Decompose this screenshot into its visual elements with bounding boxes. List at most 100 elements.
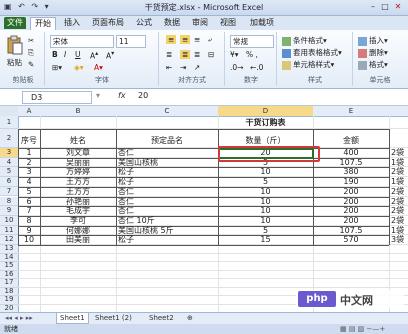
number-format-select[interactable]: 常规: [230, 35, 274, 48]
cell-item[interactable]: 杏仁 10斤: [118, 216, 218, 226]
formula-bar-dropdown-icon[interactable]: ▾: [96, 91, 100, 100]
insert-button[interactable]: 插入▾: [358, 35, 388, 46]
sheet-nav-icon[interactable]: ◂◂ ◂ ▸ ▸▸: [2, 313, 36, 323]
cell-index[interactable]: 4: [18, 177, 40, 187]
cell-note[interactable]: 2袋: [391, 187, 408, 197]
font-grow-icon[interactable]: A▴: [90, 50, 98, 61]
align-right-icon[interactable]: ≣: [194, 50, 200, 59]
row-header[interactable]: 2: [0, 129, 19, 148]
indent-increase-icon[interactable]: ⇥: [180, 63, 186, 72]
cell-note[interactable]: 2袋: [391, 216, 408, 226]
bold-button[interactable]: B: [52, 50, 58, 59]
cell-name[interactable]: 吴丽丽: [40, 158, 116, 168]
font-color-icon[interactable]: A▾: [94, 63, 103, 72]
tab-page-layout[interactable]: 页面布局: [88, 17, 128, 29]
tab-review[interactable]: 审阅: [188, 17, 212, 29]
cell-item[interactable]: 松子: [118, 177, 218, 187]
spreadsheet-grid[interactable]: A B C D E 1 2 3 4 5 6 7 8 9 10 11 12 13 14 15 16 17 18 19 2…: [0, 106, 408, 330]
cell-index[interactable]: 10: [18, 235, 40, 245]
formula-input[interactable]: 20: [138, 91, 148, 100]
column-header-c[interactable]: C: [116, 106, 219, 117]
minimize-button[interactable]: –: [368, 2, 378, 12]
tab-addins[interactable]: 加载项: [246, 17, 278, 29]
cell-name[interactable]: 方婷婷: [40, 167, 116, 177]
cell-index[interactable]: 5: [18, 187, 40, 197]
paste-button[interactable]: [6, 35, 24, 57]
wrap-text-icon[interactable]: ⤶: [208, 35, 212, 45]
cell-index[interactable]: 1: [18, 148, 40, 158]
cell-quantity[interactable]: 10: [218, 206, 313, 216]
align-middle-icon[interactable]: ≡: [180, 35, 191, 44]
name-box[interactable]: D3: [22, 91, 92, 104]
underline-button[interactable]: U: [75, 50, 81, 59]
row-header[interactable]: 7: [0, 186, 19, 197]
copy-icon[interactable]: ⎘: [28, 48, 34, 58]
cell-item[interactable]: 杏仁: [118, 197, 218, 207]
sheet-tab-3[interactable]: Sheet2: [146, 313, 177, 323]
orientation-icon[interactable]: ↗: [194, 63, 200, 72]
font-shrink-icon[interactable]: A▾: [106, 50, 114, 61]
column-header-e[interactable]: E: [313, 106, 390, 117]
cell-item[interactable]: 美国山核桃 5斤: [118, 226, 218, 236]
cut-icon[interactable]: ✂: [28, 36, 34, 45]
row-header[interactable]: 10: [0, 215, 19, 226]
cell-item[interactable]: 杏仁: [118, 148, 218, 158]
cell-item[interactable]: 松子: [118, 167, 218, 177]
fill-color-icon[interactable]: ◈▾: [74, 63, 84, 72]
table-format-button[interactable]: 套用表格格式▾: [282, 47, 342, 58]
cell-amount[interactable]: 107.5: [313, 158, 389, 168]
row-header[interactable]: 4: [0, 157, 19, 168]
column-header-a[interactable]: A: [18, 106, 41, 117]
decimal-increase-icon[interactable]: .0→: [230, 63, 243, 72]
cell-item[interactable]: 杏仁: [118, 187, 218, 197]
cell-amount[interactable]: 400: [313, 148, 389, 158]
cell-index[interactable]: 6: [18, 197, 40, 207]
delete-button[interactable]: 删除▾: [358, 47, 388, 58]
cell-name[interactable]: 孙艳丽: [40, 197, 116, 207]
sheet-tab-2[interactable]: Sheet1 (2): [92, 313, 135, 323]
cell-index[interactable]: 9: [18, 226, 40, 236]
format-button[interactable]: 格式▾: [358, 59, 388, 70]
cell-quantity[interactable]: 10: [218, 167, 313, 177]
border-icon[interactable]: ⊞▾: [52, 63, 62, 72]
cell-name[interactable]: 何娜娜: [40, 226, 116, 236]
cell-note[interactable]: 1袋: [391, 158, 408, 168]
cell-name[interactable]: 刘文章: [40, 148, 116, 158]
cell-index[interactable]: 3: [18, 167, 40, 177]
font-size-select[interactable]: 11: [116, 35, 146, 48]
cell-amount[interactable]: 190: [313, 177, 389, 187]
cell-name[interactable]: 毛成宇: [40, 206, 116, 216]
tab-insert[interactable]: 插入: [60, 17, 84, 29]
cell-note[interactable]: 2袋: [391, 167, 408, 177]
format-painter-icon[interactable]: ✎: [28, 60, 34, 69]
cell-amount[interactable]: 380: [313, 167, 389, 177]
italic-button[interactable]: I: [64, 50, 66, 59]
view-buttons-icon[interactable]: ▦ ▤ ▧ −—+: [340, 324, 385, 334]
indent-decrease-icon[interactable]: ⇤: [166, 63, 172, 72]
row-header[interactable]: 3: [0, 148, 19, 158]
sheet-tab-1[interactable]: Sheet1: [56, 313, 89, 324]
cell-styles-button[interactable]: 单元格样式▾: [282, 59, 334, 70]
tab-view[interactable]: 视图: [216, 17, 240, 29]
cell-name[interactable]: 李可: [40, 216, 116, 226]
cell-item[interactable]: 美国山核桃: [118, 158, 218, 168]
cell-amount[interactable]: 107.5: [313, 226, 389, 236]
cell-note[interactable]: 2袋: [391, 206, 408, 216]
tab-home[interactable]: 开始: [30, 17, 56, 30]
row-header[interactable]: 6: [0, 177, 19, 187]
cell-name[interactable]: 王方方: [40, 177, 116, 187]
conditional-format-button[interactable]: 条件格式▾: [282, 35, 327, 46]
font-name-select[interactable]: 宋体: [50, 35, 114, 48]
align-left-icon[interactable]: ≣: [166, 50, 172, 59]
cell-note[interactable]: 1袋: [391, 226, 408, 236]
cell-index[interactable]: 7: [18, 206, 40, 216]
tab-file[interactable]: 文件: [4, 17, 26, 29]
row-header[interactable]: 8: [0, 196, 19, 207]
insert-function-icon[interactable]: fx: [118, 91, 126, 100]
row-header[interactable]: 9: [0, 206, 19, 216]
align-center-icon[interactable]: ≣: [180, 50, 191, 59]
cell-item[interactable]: 杏仁: [118, 206, 218, 216]
cell-quantity[interactable]: 10: [218, 197, 313, 207]
maximize-button[interactable]: □: [380, 2, 390, 12]
cell-quantity[interactable]: 10: [218, 216, 313, 226]
